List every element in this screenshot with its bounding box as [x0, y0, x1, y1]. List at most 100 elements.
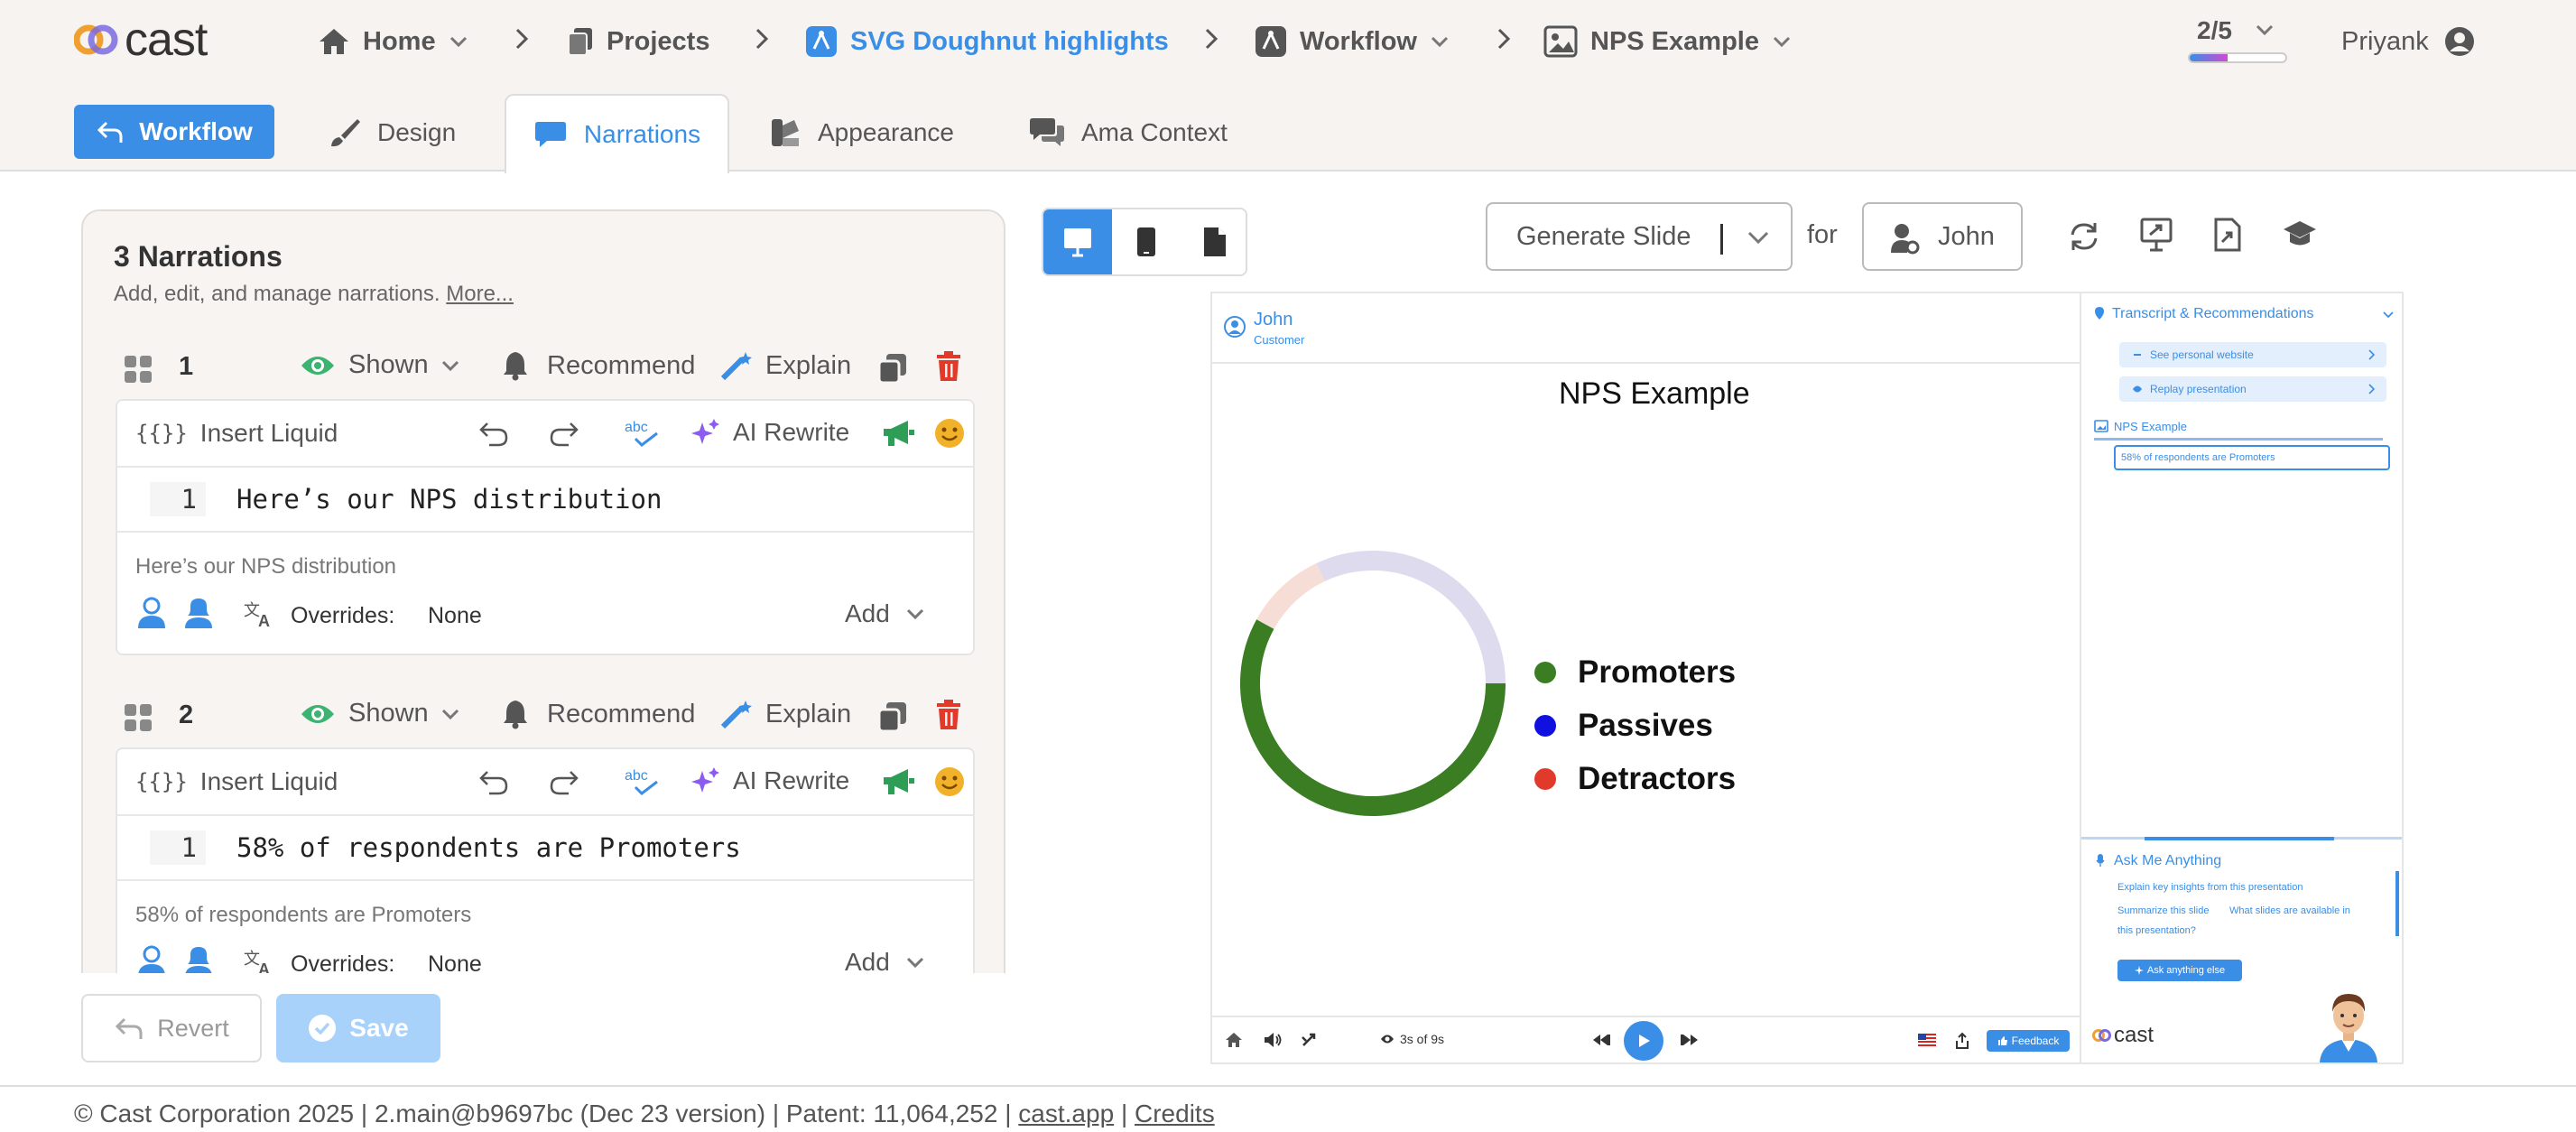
recommendation-pill[interactable]: See personal website — [2119, 342, 2386, 367]
viewer-header: John Customer — [1212, 293, 2080, 364]
footer-link-credits[interactable]: Credits — [1135, 1100, 1215, 1127]
add-override-dropdown[interactable]: Add — [845, 948, 924, 973]
present-icon[interactable] — [2139, 217, 2173, 253]
projects-icon — [568, 28, 592, 56]
delete-icon[interactable] — [935, 699, 962, 731]
export-document-icon[interactable] — [2213, 217, 2242, 253]
user-menu[interactable]: Priyank — [2341, 20, 2476, 63]
narration-preview: 58% of respondents are Promoters — [135, 903, 472, 927]
logo[interactable]: cast — [74, 13, 208, 67]
breadcrumb-projects[interactable]: Projects — [567, 20, 709, 63]
legend-item: Detractors — [1534, 761, 1736, 797]
overrides-label: Overrides: — [291, 951, 395, 973]
speed-icon[interactable] — [1301, 1032, 1319, 1048]
insert-liquid-button[interactable]: {{}} Insert Liquid — [135, 419, 338, 448]
explain-button[interactable]: Explain — [720, 699, 851, 729]
doughnut-segment-passives — [1316, 551, 1506, 684]
tab-narrations[interactable]: Narrations — [505, 94, 729, 173]
breadcrumb-workflow[interactable]: Workflow — [1255, 20, 1450, 63]
save-button[interactable]: Save — [276, 994, 440, 1062]
emoji-icon[interactable] — [933, 765, 966, 798]
document-view-button[interactable] — [1181, 209, 1246, 274]
share-icon[interactable] — [1954, 1032, 1970, 1050]
viewer-name: John — [1254, 310, 1293, 329]
recommend-button[interactable]: Recommend — [502, 350, 695, 381]
breadcrumb-project[interactable]: SVG Doughnut highlights — [805, 20, 1169, 63]
translate-icon[interactable]: 文A — [244, 599, 274, 628]
revert-button[interactable]: Revert — [81, 994, 262, 1062]
emoji-icon[interactable] — [933, 417, 966, 450]
ama-suggestion[interactable]: Explain key insights from this presentat… — [2117, 882, 2303, 893]
desktop-view-button[interactable] — [1043, 209, 1112, 274]
translate-icon[interactable]: 文A — [244, 948, 274, 973]
tab-design[interactable]: Design — [329, 94, 456, 172]
tab-ama-context[interactable]: Ama Context — [1029, 94, 1228, 172]
persona-label: John — [1938, 222, 1995, 251]
slide-title: NPS Example — [1559, 376, 1750, 411]
more-link[interactable]: More... — [446, 282, 514, 306]
next-icon[interactable] — [1680, 1034, 1700, 1046]
person-female-icon[interactable] — [182, 596, 215, 630]
previous-icon[interactable] — [1591, 1034, 1611, 1046]
workflow-back-button[interactable]: Workflow — [74, 105, 274, 159]
ask-anything-button[interactable]: Ask anything else — [2117, 960, 2242, 981]
redo-icon[interactable] — [549, 421, 579, 448]
app-header: cast Home Projects SVG Doughnut highligh… — [0, 0, 2576, 173]
breadcrumb-home[interactable]: Home — [318, 20, 468, 63]
bell-icon — [504, 701, 527, 729]
code-line[interactable]: Here’s our NPS distribution — [236, 484, 662, 515]
transcript-narration-box[interactable]: 58% of respondents are Promoters — [2114, 445, 2390, 470]
explain-button[interactable]: Explain — [720, 350, 851, 381]
mobile-view-button[interactable] — [1112, 209, 1181, 274]
progress-dropdown[interactable]: 2/5 — [2188, 14, 2287, 69]
breadcrumb-slide[interactable]: NPS Example — [1543, 20, 1792, 63]
insert-liquid-button[interactable]: {{}} Insert Liquid — [135, 767, 338, 796]
ama-scrollbar[interactable] — [2395, 871, 2399, 936]
play-button[interactable] — [1624, 1021, 1663, 1061]
visibility-dropdown[interactable]: Shown — [300, 699, 459, 728]
ai-rewrite-button[interactable]: AI Rewrite — [691, 765, 849, 796]
code-line[interactable]: 58% of respondents are Promoters — [236, 832, 741, 863]
footer-link-cast[interactable]: cast.app — [1018, 1100, 1114, 1127]
generate-slide-dropdown[interactable]: Generate Slide — [1486, 202, 1793, 271]
copy-icon[interactable] — [877, 701, 908, 733]
feedback-button[interactable]: Feedback — [1987, 1030, 2070, 1052]
home-icon[interactable] — [1225, 1032, 1243, 1048]
code-editor[interactable]: 1 58% of respondents are Promoters — [117, 816, 973, 881]
refresh-icon[interactable] — [2067, 220, 2101, 253]
redo-icon[interactable] — [549, 769, 579, 796]
chevron-right-icon — [2368, 384, 2376, 394]
ama-suggestion[interactable]: Summarize this slide — [2117, 905, 2209, 916]
persona-button[interactable]: John — [1862, 202, 2023, 271]
megaphone-icon[interactable] — [881, 767, 915, 796]
recommend-button[interactable]: Recommend — [502, 699, 695, 729]
undo-icon[interactable] — [478, 421, 509, 448]
drag-handle-icon[interactable] — [123, 702, 153, 733]
person-icon[interactable] — [135, 944, 168, 973]
chevron-down-icon[interactable] — [2383, 311, 2394, 319]
volume-icon[interactable] — [1263, 1032, 1283, 1048]
add-override-dropdown[interactable]: Add — [845, 599, 924, 628]
tab-appearance[interactable]: Appearance — [769, 94, 954, 172]
person-female-icon[interactable] — [182, 944, 215, 973]
chevron-down-icon — [2256, 24, 2274, 36]
us-flag-icon[interactable] — [1918, 1034, 1936, 1046]
spellcheck-icon[interactable]: abc — [623, 417, 661, 450]
eye-icon — [301, 704, 334, 723]
ama-suggestion[interactable]: What slides are available in — [2229, 905, 2350, 916]
visibility-dropdown[interactable]: Shown — [300, 350, 459, 380]
person-icon[interactable] — [135, 596, 168, 630]
undo-icon[interactable] — [478, 769, 509, 796]
code-editor[interactable]: 1 Here’s our NPS distribution — [117, 468, 973, 533]
ai-rewrite-button[interactable]: AI Rewrite — [691, 417, 849, 448]
narration-number: 2 — [179, 701, 194, 729]
phone-icon — [1137, 227, 1155, 256]
delete-icon[interactable] — [935, 350, 962, 383]
panel-resize-handle[interactable] — [2145, 837, 2334, 840]
megaphone-icon[interactable] — [881, 419, 915, 448]
spellcheck-icon[interactable]: abc — [623, 765, 661, 798]
drag-handle-icon[interactable] — [123, 354, 153, 385]
recommendation-pill[interactable]: Replay presentation — [2119, 376, 2386, 402]
graduation-cap-icon[interactable] — [2282, 218, 2318, 251]
copy-icon[interactable] — [877, 352, 908, 385]
